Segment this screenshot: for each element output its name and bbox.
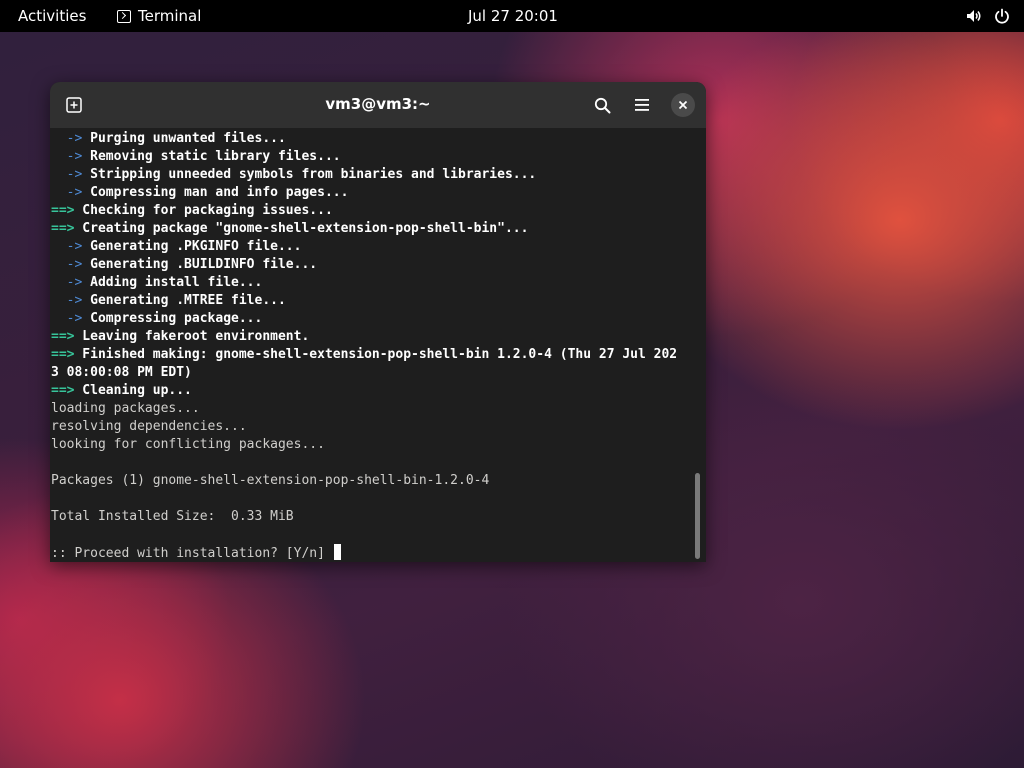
terminal-line: -> Compressing package... bbox=[51, 310, 706, 328]
terminal-line: loading packages... bbox=[51, 400, 706, 418]
terminal-line-text: loading packages... bbox=[51, 401, 200, 416]
terminal-line: -> Purging unwanted files... bbox=[51, 130, 706, 148]
terminal-line-text: Removing static library files... bbox=[82, 149, 341, 164]
terminal-line: -> Generating .PKGINFO file... bbox=[51, 238, 706, 256]
terminal-line-text: Leaving fakeroot environment. bbox=[74, 329, 310, 344]
main-step-arrow: ==> bbox=[51, 329, 75, 344]
scrollbar[interactable] bbox=[695, 473, 700, 559]
system-tray[interactable] bbox=[966, 8, 1010, 24]
sub-step-arrow: -> bbox=[51, 293, 83, 308]
terminal-line: ==> Creating package "gnome-shell-extens… bbox=[51, 220, 706, 238]
terminal-line: -> Adding install file... bbox=[51, 274, 706, 292]
power-icon bbox=[995, 8, 1009, 24]
app-menu-button[interactable]: Terminal bbox=[117, 7, 201, 25]
terminal-line-text: Compressing package... bbox=[82, 311, 263, 326]
terminal-line: -> Compressing man and info pages... bbox=[51, 184, 706, 202]
search-icon bbox=[594, 97, 610, 113]
activities-button[interactable]: Activities bbox=[18, 7, 86, 25]
terminal-prompt-line[interactable]: :: Proceed with installation? [Y/n] bbox=[51, 544, 706, 562]
terminal-line-text: resolving dependencies... bbox=[51, 419, 247, 434]
terminal-icon bbox=[117, 9, 131, 23]
terminal-line-text: Finished making: gnome-shell-extension-p… bbox=[74, 347, 678, 362]
terminal-line-text: Generating .MTREE file... bbox=[82, 293, 286, 308]
terminal-line-text: 3 08:00:08 PM EDT) bbox=[51, 365, 192, 380]
sub-step-arrow: -> bbox=[51, 257, 83, 272]
app-name: Terminal bbox=[138, 7, 202, 25]
sub-step-arrow: -> bbox=[51, 131, 83, 146]
terminal-line-text: Purging unwanted files... bbox=[82, 131, 286, 146]
terminal-line: -> Generating .BUILDINFO file... bbox=[51, 256, 706, 274]
clock[interactable]: Jul 27 20:01 bbox=[468, 7, 558, 25]
terminal-window[interactable]: vm3@vm3:~ -> Purging unwanted files... -… bbox=[50, 82, 706, 562]
terminal-line-text: Generating .BUILDINFO file... bbox=[82, 257, 318, 272]
sub-step-arrow: -> bbox=[51, 149, 83, 164]
sub-step-arrow: -> bbox=[51, 239, 83, 254]
terminal-line-text: Creating package "gnome-shell-extension-… bbox=[74, 221, 529, 236]
sub-step-arrow: -> bbox=[51, 275, 83, 290]
terminal-line: -> Stripping unneeded symbols from binar… bbox=[51, 166, 706, 184]
install-prompt: :: Proceed with installation? [Y/n] bbox=[51, 546, 333, 561]
terminal-line-text: Total Installed Size: 0.33 MiB bbox=[51, 509, 294, 524]
terminal-line-text: Checking for packaging issues... bbox=[74, 203, 333, 218]
header-bar[interactable]: vm3@vm3:~ bbox=[50, 82, 706, 128]
terminal-line-text: Stripping unneeded symbols from binaries… bbox=[82, 167, 537, 182]
terminal-line-text: Compressing man and info pages... bbox=[82, 185, 349, 200]
sub-step-arrow: -> bbox=[51, 167, 83, 182]
sub-step-arrow: -> bbox=[51, 185, 83, 200]
main-step-arrow: ==> bbox=[51, 383, 75, 398]
terminal-line: ==> Finished making: gnome-shell-extensi… bbox=[51, 346, 706, 364]
terminal-line: Total Installed Size: 0.33 MiB bbox=[51, 508, 706, 526]
terminal-output[interactable]: -> Purging unwanted files... -> Removing… bbox=[50, 128, 706, 562]
top-bar: Activities Terminal Jul 27 20:01 bbox=[0, 0, 1024, 32]
search-button[interactable] bbox=[590, 93, 614, 117]
main-step-arrow: ==> bbox=[51, 347, 75, 362]
terminal-line-text: Generating .PKGINFO file... bbox=[82, 239, 302, 254]
hamburger-menu-icon bbox=[635, 99, 649, 111]
terminal-line: -> Removing static library files... bbox=[51, 148, 706, 166]
main-menu-button[interactable] bbox=[630, 93, 654, 117]
terminal-line: resolving dependencies... bbox=[51, 418, 706, 436]
terminal-line: 3 08:00:08 PM EDT) bbox=[51, 364, 706, 382]
terminal-line: -> Generating .MTREE file... bbox=[51, 292, 706, 310]
terminal-line-text: Packages (1) gnome-shell-extension-pop-s… bbox=[51, 473, 490, 488]
terminal-line-text: looking for conflicting packages... bbox=[51, 437, 325, 452]
main-step-arrow: ==> bbox=[51, 203, 75, 218]
terminal-line-text: Adding install file... bbox=[82, 275, 263, 290]
terminal-line-text: Cleaning up... bbox=[74, 383, 192, 398]
main-step-arrow: ==> bbox=[51, 221, 75, 236]
close-button[interactable] bbox=[671, 93, 695, 117]
terminal-line: ==> Cleaning up... bbox=[51, 382, 706, 400]
text-cursor bbox=[333, 544, 341, 560]
terminal-line: ==> Leaving fakeroot environment. bbox=[51, 328, 706, 346]
volume-icon bbox=[967, 10, 981, 22]
terminal-line: Packages (1) gnome-shell-extension-pop-s… bbox=[51, 472, 706, 490]
terminal-line: ==> Checking for packaging issues... bbox=[51, 202, 706, 220]
close-icon bbox=[678, 100, 688, 110]
sub-step-arrow: -> bbox=[51, 311, 83, 326]
terminal-line: looking for conflicting packages... bbox=[51, 436, 706, 454]
